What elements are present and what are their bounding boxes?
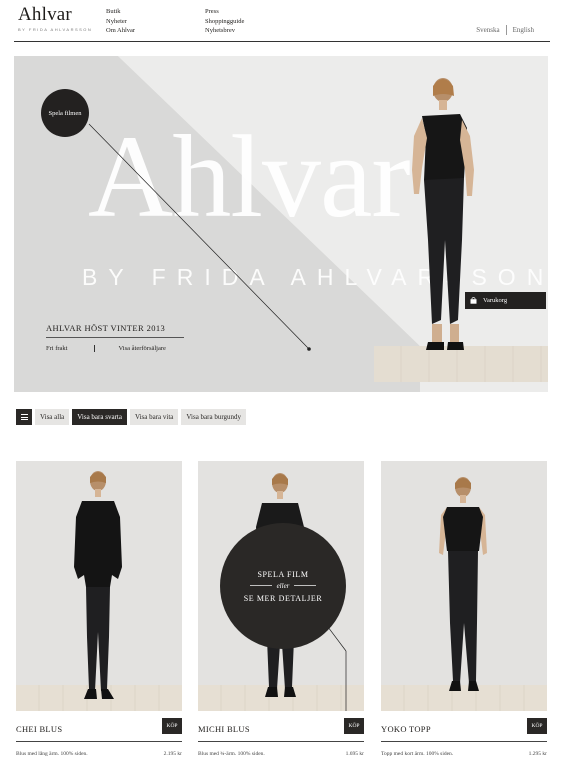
product-description: Topp med kort ärm. 100% siden. xyxy=(381,751,454,757)
product-divider xyxy=(198,741,364,742)
filter-show-all[interactable]: Visa alla xyxy=(35,409,70,425)
product-price: 1.695 kr xyxy=(345,751,364,757)
nav-link-press[interactable]: Press xyxy=(205,7,244,17)
product-image[interactable]: SPELA FILM eller SE MER DETALJER xyxy=(198,461,364,711)
site-header: Ahlvar BY FRIDA AHLVARSSON Butik Nyheter… xyxy=(0,0,564,44)
buy-button[interactable]: KÖP xyxy=(162,718,182,734)
lang-svenska[interactable]: Svenska xyxy=(476,26,499,34)
cart-label: Varukorg xyxy=(483,297,508,304)
hero-banner: Ahlvar BY FRIDA AHLVARSSON Spela filmen … xyxy=(14,56,548,392)
collection-title-divider xyxy=(46,337,184,338)
product-model-figure xyxy=(439,477,487,691)
product-image[interactable] xyxy=(16,461,182,711)
retailers-link[interactable]: Visa återförsäljare xyxy=(118,345,165,352)
nav-link-shoppingguide[interactable]: Shoppingguide xyxy=(205,17,244,27)
overlay-play-film[interactable]: SPELA FILM xyxy=(257,570,308,579)
product-card: YOKO TOPP KÖP Topp med kort ärm. 100% si… xyxy=(381,461,547,757)
product-description: Blus med lång ärm. 100% siden. xyxy=(16,751,88,757)
nav-link-butik[interactable]: Butik xyxy=(106,7,135,17)
bag-icon xyxy=(470,297,477,304)
menu-icon xyxy=(20,414,28,420)
product-model-figure xyxy=(74,471,122,699)
buy-button[interactable]: KÖP xyxy=(344,718,364,734)
brand-tagline: BY FRIDA AHLVARSSON xyxy=(18,27,93,32)
product-name[interactable]: MICHI BLUS xyxy=(198,724,250,734)
lang-english[interactable]: English xyxy=(513,26,534,34)
hero-links-divider xyxy=(94,345,96,352)
nav-link-nyheter[interactable]: Nyheter xyxy=(106,17,135,27)
secondary-nav: Press Shoppingguide Nyhetsbrev xyxy=(205,7,244,36)
overlay-or: eller xyxy=(250,582,317,590)
product-card: CHEI BLUS KÖP Blus med lång ärm. 100% si… xyxy=(16,461,182,757)
product-divider xyxy=(381,741,547,742)
product-price: 1.295 kr xyxy=(528,751,547,757)
product-price: 2.195 kr xyxy=(163,751,182,757)
hero-links: Fri frakt Visa återförsäljare xyxy=(46,345,166,352)
product-image[interactable] xyxy=(381,461,547,711)
product-divider xyxy=(16,741,182,742)
cart-button[interactable]: Varukorg xyxy=(465,292,546,309)
nav-link-om-ahlvar[interactable]: Om Ahlvar xyxy=(106,26,135,36)
brand-name: Ahlvar xyxy=(18,4,72,25)
play-film-label: Spela filmen xyxy=(48,109,82,117)
filter-only-white[interactable]: Visa bara vita xyxy=(129,409,179,425)
language-switcher: Svenska English xyxy=(476,25,534,35)
play-film-button[interactable]: Spela filmen xyxy=(41,89,89,137)
brand-logo[interactable]: Ahlvar BY FRIDA AHLVARSSON xyxy=(18,4,92,32)
product-overlay-circle[interactable]: SPELA FILM eller SE MER DETALJER xyxy=(220,523,346,649)
filter-only-black[interactable]: Visa bara svarta xyxy=(72,409,127,425)
nav-link-nyhetsbrev[interactable]: Nyhetsbrev xyxy=(205,26,244,36)
header-divider xyxy=(14,41,550,42)
filter-only-burgundy[interactable]: Visa bara burgundy xyxy=(181,409,247,425)
hero-brand-text: Ahlvar xyxy=(88,111,411,242)
filter-bar: Visa alla Visa bara svarta Visa bara vit… xyxy=(16,409,247,425)
filter-menu-button[interactable] xyxy=(16,409,32,425)
buy-button[interactable]: KÖP xyxy=(527,718,547,734)
hero-model-image xyxy=(412,78,474,350)
product-name[interactable]: CHEI BLUS xyxy=(16,724,62,734)
primary-nav: Butik Nyheter Om Ahlvar xyxy=(106,7,135,36)
collection-title: AHLVAR HÖST VINTER 2013 xyxy=(46,323,166,333)
product-card: SPELA FILM eller SE MER DETALJER MICHI B… xyxy=(198,461,364,757)
free-shipping-link[interactable]: Fri frakt xyxy=(46,345,67,352)
product-description: Blus med ¾-ärm. 100% siden. xyxy=(198,751,265,757)
overlay-more-details[interactable]: SE MER DETALJER xyxy=(244,594,323,603)
product-name[interactable]: YOKO TOPP xyxy=(381,724,431,734)
lang-divider xyxy=(505,25,507,35)
